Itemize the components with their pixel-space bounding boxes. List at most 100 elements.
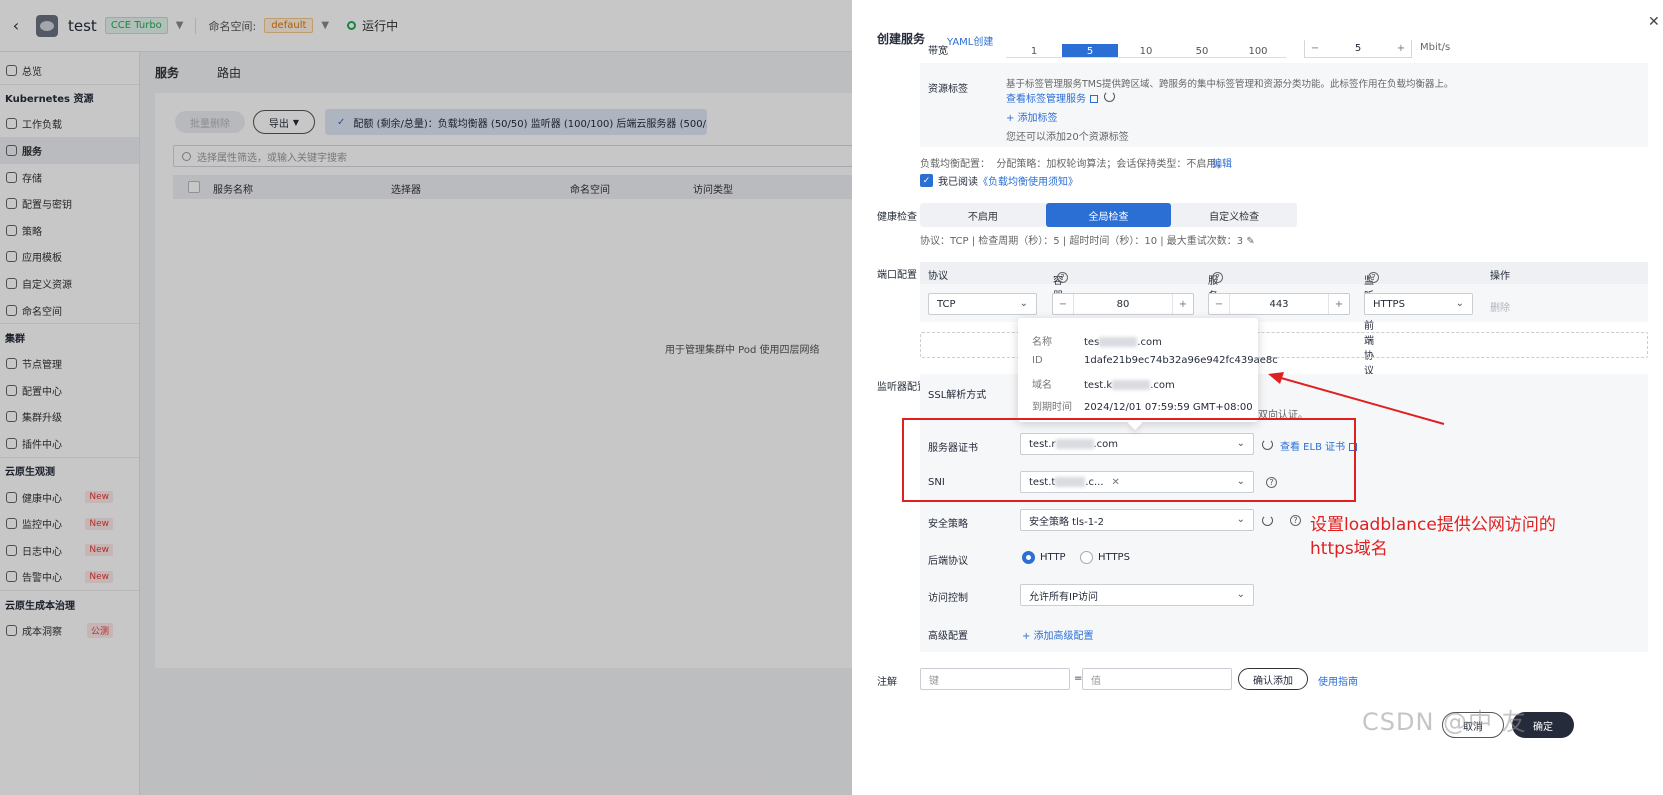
frontend-protocol-select[interactable]: HTTPS ⌄ [1364, 293, 1473, 315]
health-check-label: 健康检查 [877, 212, 917, 223]
add-advanced-label: 添加高级配置 [1033, 631, 1094, 642]
annotation-highlight-box [902, 418, 1356, 502]
resource-tag-desc: 基于标签管理服务TMS提供跨区域、跨服务的集中标签管理和资源分类功能。此标签作用… [1006, 79, 1454, 90]
tooltip-key: 到期时间 [1032, 402, 1072, 413]
backend-protocol-label: 后端协议 [928, 556, 968, 567]
bandwidth-stepper[interactable]: − 5 + [1304, 40, 1412, 58]
bandwidth-option[interactable]: 50 [1174, 44, 1230, 58]
annotation-field-label: 注解 [877, 677, 897, 688]
tooltip-expire-row: 到期时间 2024/12/01 07:59:59 GMT+08:00 [1032, 398, 1253, 413]
plus-icon: + [1022, 631, 1034, 642]
radio-http-label[interactable]: HTTP [1040, 552, 1066, 563]
annotation-value-input[interactable]: 值 [1082, 668, 1232, 690]
access-control-select[interactable]: 允许所有IP访问 ⌄ [1020, 584, 1254, 606]
access-control-label: 访问控制 [928, 593, 968, 604]
help-icon[interactable]: ? [1290, 515, 1301, 526]
close-icon[interactable]: ✕ [1648, 14, 1660, 30]
tag-limit-text: 您还可以添加20个资源标签 [1006, 132, 1129, 143]
redacted-text [1112, 380, 1151, 390]
external-link-icon [1090, 95, 1098, 103]
view-tms-link[interactable]: 查看标签管理服务 [1006, 90, 1098, 105]
confirm-add-button[interactable]: 确认添加 [1238, 668, 1308, 690]
tooltip-id-row: ID 1dafe21b9ec74b32a96e942fc439ae8c [1032, 355, 1278, 366]
radio-https[interactable] [1080, 551, 1093, 564]
checkbox-checked[interactable]: ✓ [920, 174, 933, 187]
tooltip-domain-row: 域名 test.k .com [1032, 376, 1175, 391]
resource-tag-label: 资源标签 [928, 84, 968, 95]
tooltip-key: 名称 [1032, 337, 1052, 348]
help-icon[interactable]: ? [1368, 272, 1379, 283]
tooltip-key: ID [1032, 355, 1043, 366]
agree-label: 我已阅读 [938, 177, 978, 188]
minus-icon[interactable]: − [1053, 294, 1073, 314]
health-option-disabled[interactable]: 不启用 [920, 203, 1046, 227]
bandwidth-option[interactable]: 100 [1230, 44, 1286, 58]
watermark: CSDN @中 友 [1362, 708, 1527, 736]
bandwidth-option[interactable]: 5 [1062, 44, 1118, 58]
radio-https-label[interactable]: HTTPS [1098, 552, 1130, 563]
redacted-text [1099, 337, 1138, 347]
refresh-icon[interactable] [1104, 91, 1115, 102]
access-control-value: 允许所有IP访问 [1029, 591, 1098, 603]
edit-lb-link[interactable]: 编辑 [1212, 155, 1232, 170]
security-policy-label: 安全策略 [928, 519, 968, 530]
usage-guide-link[interactable]: 使用指南 [1318, 673, 1358, 688]
container-port-value[interactable]: 80 [1073, 294, 1173, 314]
chevron-down-icon: ⌄ [1236, 589, 1245, 600]
plus-icon[interactable]: + [1173, 294, 1193, 314]
tooltip-value: .com [1150, 380, 1175, 391]
security-policy-value: 安全策略 tls-1-2 [1029, 516, 1105, 528]
chevron-down-icon: ⌄ [1236, 514, 1245, 525]
tooltip-value: tes [1084, 337, 1100, 348]
radio-http[interactable] [1022, 551, 1035, 564]
bandwidth-value[interactable]: 5 [1325, 40, 1391, 57]
health-detail: 协议：TCP | 检查周期（秒）：5 | 超时时间（秒）：10 | 最大重试次数… [920, 232, 1255, 247]
bandwidth-unit: Mbit/s [1420, 42, 1451, 53]
column-header: 操作 [1490, 271, 1510, 282]
tooltip-value: 1dafe21b9ec74b32a96e942fc439ae8c [1084, 355, 1278, 366]
advanced-config-label: 高级配置 [928, 631, 968, 642]
annotation-arrow-icon [1268, 372, 1445, 425]
edit-pencil-icon[interactable]: ✎ [1246, 236, 1254, 247]
delete-port-button[interactable]: 删除 [1490, 299, 1510, 314]
health-option-global[interactable]: 全局检查 [1045, 203, 1172, 227]
health-option-custom[interactable]: 自定义检查 [1171, 203, 1297, 227]
chevron-down-icon: ⌄ [1019, 298, 1028, 309]
health-detail-text: 协议：TCP | 检查周期（秒）：5 | 超时时间（秒）：10 | 最大重试次数… [920, 236, 1244, 247]
annotation-key-input[interactable]: 键 [920, 668, 1070, 690]
bandwidth-options: 1 5 10 50 100 [1006, 44, 1286, 58]
add-tag-button[interactable]: + 添加标签 [1006, 109, 1058, 124]
lb-notice-link[interactable]: 《负载均衡使用须知》 [978, 173, 1078, 188]
help-icon[interactable]: ? [1057, 272, 1068, 283]
chevron-down-icon: ⌄ [1455, 298, 1464, 309]
bandwidth-option[interactable]: 10 [1118, 44, 1174, 58]
agree-checkbox-row[interactable]: ✓ 我已阅读 《负载均衡使用须知》 [920, 173, 1078, 188]
minus-icon[interactable]: − [1305, 40, 1325, 57]
port-config-label: 端口配置 [877, 270, 917, 281]
add-advanced-button[interactable]: + 添加高级配置 [1022, 627, 1094, 642]
container-port-stepper[interactable]: −80 + [1052, 293, 1194, 315]
service-port-stepper[interactable]: −443 + [1208, 293, 1350, 315]
add-tag-label: 添加标签 [1017, 113, 1058, 124]
tooltip-name-row: 名称 tes .com [1032, 333, 1162, 348]
tooltip-key: 域名 [1032, 380, 1052, 391]
tooltip-value: 2024/12/01 07:59:59 GMT+08:00 [1084, 402, 1253, 413]
cert-tooltip: 名称 tes .com ID 1dafe21b9ec74b32a96e942fc439… [1018, 318, 1278, 431]
bandwidth-label: 带宽 [928, 46, 948, 57]
yaml-create-link[interactable]: YAML创建 [947, 33, 993, 48]
annotation-text: 设置loadblance提供公网访问的https域名 [1310, 515, 1556, 559]
ssl-label: SSL解析方式 [928, 390, 987, 401]
create-service-drawer: 创建服务 YAML创建 ✕ 带宽 1 5 10 50 100 − 5 + Mbi… [852, 0, 1663, 795]
refresh-icon[interactable] [1262, 515, 1273, 526]
lb-config-text: 负载均衡配置： 分配策略：加权轮询算法；会话保持类型：不启用； [920, 159, 1227, 170]
plus-icon[interactable]: + [1391, 40, 1411, 57]
help-icon[interactable]: ? [1212, 272, 1223, 283]
protocol-select[interactable]: TCP ⌄ [928, 293, 1037, 315]
bandwidth-option[interactable]: 1 [1006, 44, 1062, 58]
plus-icon: + [1006, 113, 1018, 124]
service-port-value[interactable]: 443 [1229, 294, 1329, 314]
security-policy-select[interactable]: 安全策略 tls-1-2 ⌄ [1020, 509, 1254, 531]
plus-icon[interactable]: + [1329, 294, 1349, 314]
minus-icon[interactable]: − [1209, 294, 1229, 314]
health-check-options: 不启用 全局检查 自定义检查 [920, 203, 1297, 227]
